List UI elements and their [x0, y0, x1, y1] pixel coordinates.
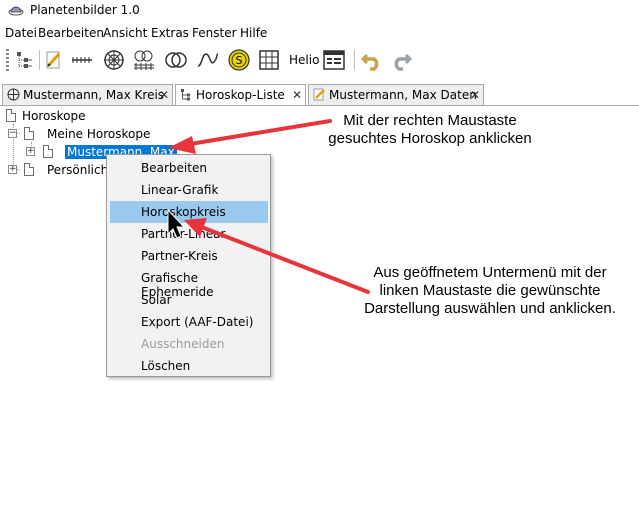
menu-item-bearbeiten[interactable]: Bearbeiten: [110, 157, 268, 179]
tree-node-label: Horoskope: [22, 109, 86, 123]
menu-bearbeiten[interactable]: Bearbeiten: [38, 26, 104, 40]
linear-scale-icon: [72, 57, 92, 63]
menu-fenster[interactable]: Fenster: [192, 26, 237, 40]
wheel-icon: [7, 88, 20, 104]
menu-item-partner-kreis[interactable]: Partner-Kreis: [110, 245, 268, 267]
expand-icon[interactable]: +: [8, 165, 17, 174]
document-icon: [24, 163, 34, 176]
window-layout-button[interactable]: [322, 48, 346, 72]
annotation-bottom-line2: linken Maustaste die gewünschte: [379, 282, 601, 299]
table-button[interactable]: [257, 48, 281, 72]
menu-extras[interactable]: Extras: [151, 26, 189, 40]
menu-hilfe[interactable]: Hilfe: [240, 26, 267, 40]
tab-mustermann-daten[interactable]: Mustermann, Max Daten ✕: [308, 84, 484, 105]
menu-item-loeschen[interactable]: Löschen: [110, 355, 268, 377]
annotation-bottom-line1: Aus geöffnetem Untermenü mit der: [373, 264, 607, 281]
toolbar-separator: [39, 50, 40, 70]
tab-label: Mustermann, Max Daten: [329, 88, 477, 102]
annotation-top-line2: gesuchtes Horoskop anklicken: [328, 130, 532, 147]
tree-list-icon: [180, 88, 193, 104]
tree-view-icon: [17, 52, 32, 68]
tree-node-horoskope[interactable]: Horoskope: [6, 108, 126, 124]
toolbar-grip[interactable]: [6, 49, 9, 71]
tree-view-button[interactable]: [12, 48, 36, 72]
menu-item-horoskopkreis[interactable]: Horoskopkreis: [110, 201, 268, 223]
menu-datei[interactable]: Datei: [5, 26, 37, 40]
collapse-icon[interactable]: −: [8, 129, 17, 138]
tree-node-meine-horoskope[interactable]: − Meine Horoskope: [8, 126, 168, 142]
annotation-bottom-line3: Darstellung auswählen und anklicken.: [364, 300, 616, 317]
solar-s-label: S: [236, 54, 243, 67]
tab-row: Mustermann, Max Kreis ✕ Horoskop-Liste ✕…: [0, 84, 639, 106]
annotation-top-line1: Mit der rechten Maustaste: [343, 112, 517, 129]
toolbar-separator: [354, 50, 355, 70]
partner-circle-icon: [165, 52, 187, 68]
undo-icon: [361, 53, 379, 71]
menu-ansicht[interactable]: Ansicht: [103, 26, 147, 40]
solar-button[interactable]: S: [227, 48, 251, 72]
tab-label: Mustermann, Max Kreis: [23, 88, 165, 102]
annotation-bottom: Aus geöffnetem Untermenü mit der linken …: [345, 264, 635, 318]
window-layout-icon: [323, 50, 345, 70]
tab-horoskop-liste[interactable]: Horoskop-Liste ✕: [175, 84, 306, 106]
helio-button[interactable]: Helio: [289, 53, 319, 67]
menu-item-solar[interactable]: Solar: [110, 289, 268, 311]
tree-node-label: Meine Horoskope: [47, 127, 151, 141]
menu-item-partner-linear[interactable]: Partner-Linear: [110, 223, 268, 245]
menu-item-ausschneiden: Ausschneiden: [141, 337, 225, 351]
document-icon: [6, 109, 16, 122]
partner-linear-button[interactable]: [132, 48, 156, 72]
table-grid-icon: [259, 50, 279, 70]
undo-button[interactable]: [360, 48, 384, 72]
redo-icon: [394, 53, 412, 71]
annotation-top: Mit der rechten Maustaste gesuchtes Horo…: [305, 112, 555, 148]
partner-circle-button[interactable]: [164, 48, 188, 72]
title-bar: Planetenbilder 1.0: [0, 0, 639, 22]
edit-button[interactable]: [42, 48, 66, 72]
tab-label: Horoskop-Liste: [196, 88, 285, 102]
planet-app-icon: [8, 4, 24, 19]
window-title: Planetenbilder 1.0: [30, 3, 140, 17]
menu-item-export-aaf[interactable]: Export (AAF-Datei): [110, 311, 268, 333]
horoscope-wheel-button[interactable]: [102, 48, 126, 72]
partner-linear-icon: [134, 50, 154, 70]
context-menu: Bearbeiten Linear-Grafik Horoskopkreis P…: [106, 154, 271, 377]
document-icon: [24, 127, 34, 140]
pencil-icon: [313, 88, 326, 104]
solar-s-icon: S: [228, 49, 250, 71]
linear-button[interactable]: [70, 48, 94, 72]
tab-mustermann-kreis[interactable]: Mustermann, Max Kreis ✕: [2, 84, 173, 105]
pencil-icon: [46, 51, 61, 69]
redo-button[interactable]: [389, 48, 413, 72]
ephemeris-button[interactable]: [196, 48, 220, 72]
expand-icon[interactable]: +: [26, 147, 35, 156]
toolbar: S Helio: [0, 44, 639, 76]
document-icon: [43, 145, 53, 158]
tree-node-label: Persönlich: [47, 163, 109, 177]
tree-node-persoenlich[interactable]: + Persönlich: [8, 162, 118, 178]
horoscope-wheel-icon: [104, 50, 124, 70]
wave-curve-icon: [197, 53, 219, 67]
close-icon[interactable]: ✕: [292, 88, 302, 102]
menu-bar: Datei Bearbeiten Ansicht Extras Fenster …: [0, 24, 639, 42]
close-icon[interactable]: ✕: [159, 88, 169, 102]
menu-item-grafische-ephemeride[interactable]: Grafische Ephemeride: [110, 267, 268, 299]
close-icon[interactable]: ✕: [470, 88, 480, 102]
menu-item-linear-grafik[interactable]: Linear-Grafik: [110, 179, 268, 201]
